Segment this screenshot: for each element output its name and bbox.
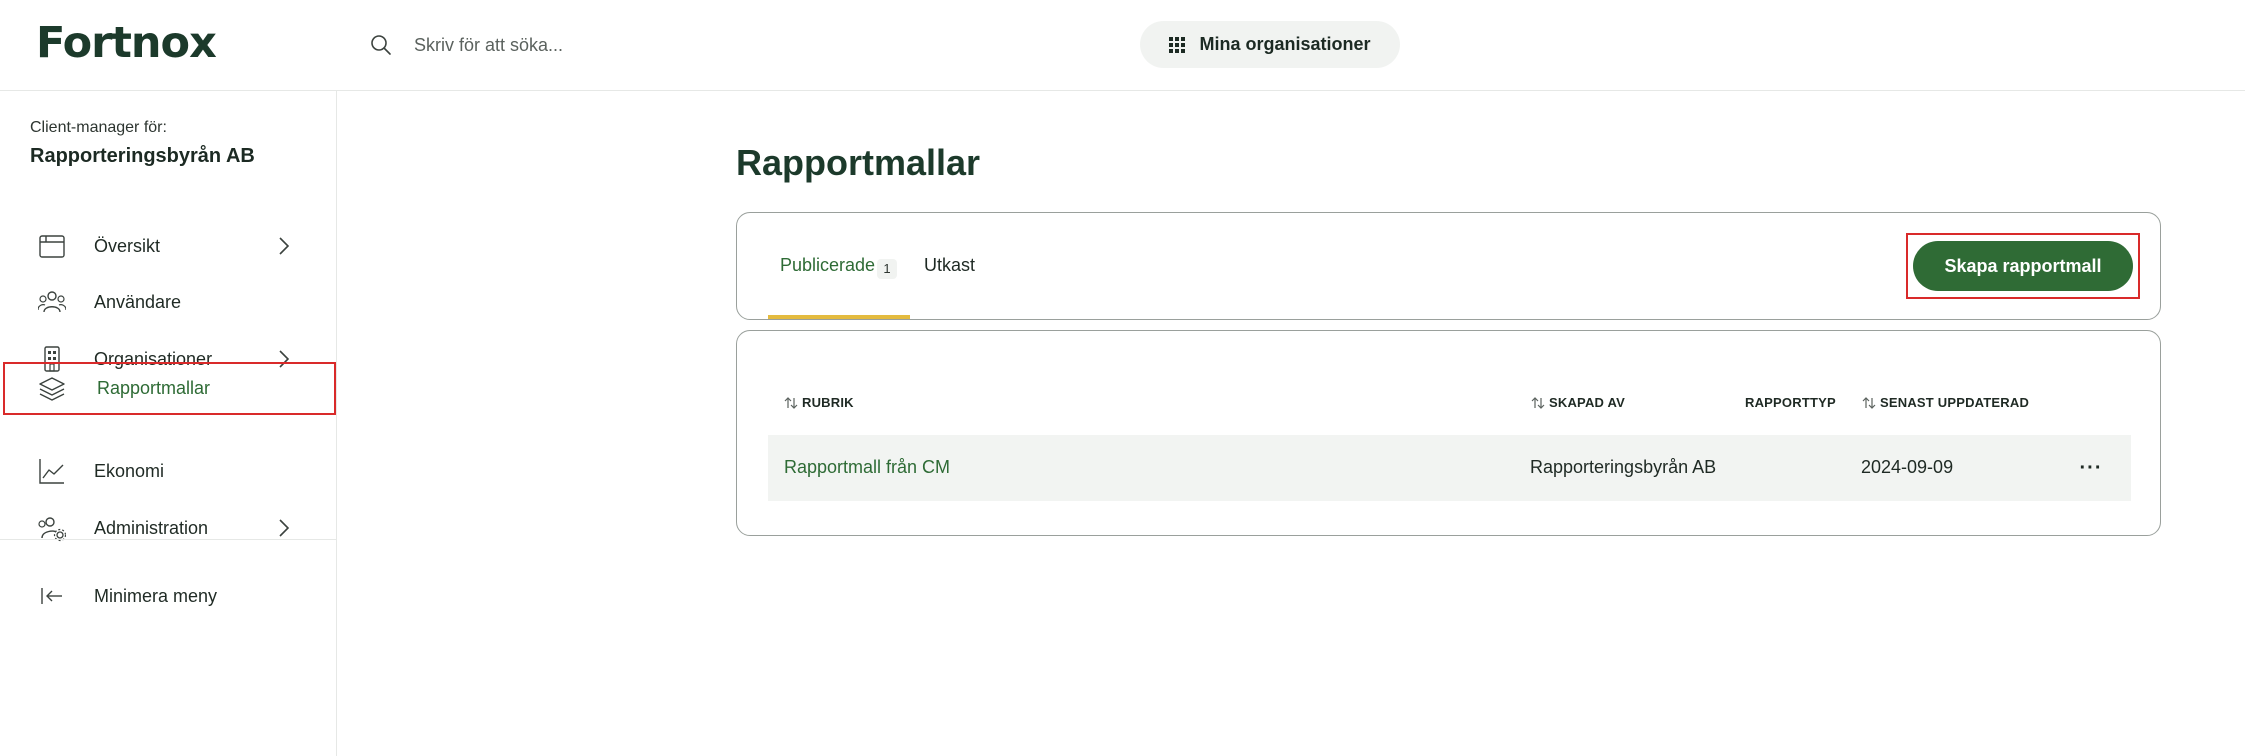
tab-count-badge: 1 <box>877 259 897 279</box>
column-header-label: SENAST UPPDATERAD <box>1880 395 2030 410</box>
page-title: Rapportmallar <box>736 142 981 183</box>
sidebar-item-label: Administration <box>94 517 209 538</box>
column-header-label: RAPPORTTYP <box>1745 395 1836 410</box>
top-bar: Fortnox Mina organisationer <box>0 0 2245 91</box>
sidebar-item-label: Rapportmallar <box>97 378 211 398</box>
column-header-label: SKAPAD AV <box>1549 395 1625 410</box>
sidebar-item-anvandare[interactable]: Användare <box>0 274 337 330</box>
sidebar-item-oversikt[interactable]: Översikt <box>0 218 337 274</box>
cell-skapad-av: Rapporteringsbyrån AB <box>1530 457 1717 477</box>
sidebar-item-label: Ekonomi <box>94 460 165 481</box>
grid-icon <box>1169 36 1186 53</box>
users-settings-icon <box>38 517 66 542</box>
sidebar-item-administration[interactable]: Administration <box>0 500 337 556</box>
client-name: Rapporteringsbyrån AB <box>30 145 255 167</box>
layers-icon <box>39 377 65 401</box>
table-row[interactable]: Rapportmall från CM Rapporteringsbyrån A… <box>768 435 2131 501</box>
tab-utkast[interactable]: Utkast <box>924 255 975 276</box>
sidebar-divider <box>0 539 337 540</box>
minimize-menu-label: Minimera meny <box>94 585 218 606</box>
line-chart-icon <box>39 459 64 484</box>
column-header-rubrik[interactable]: RUBRIK <box>783 395 854 410</box>
sort-icon <box>1531 396 1545 409</box>
column-header-label: RUBRIK <box>802 395 854 410</box>
client-for-label: Client-manager för: <box>30 119 167 136</box>
sidebar-item-label: Översikt <box>94 235 161 256</box>
chevron-right-icon <box>279 519 290 537</box>
more-options-button[interactable]: ··· <box>2076 453 2106 483</box>
search-input[interactable] <box>414 28 914 62</box>
column-header-senast-uppdaterad[interactable]: SENAST UPPDATERAD <box>1861 395 2029 410</box>
sort-icon <box>784 396 798 409</box>
column-header-rapporttyp: RAPPORTTYP <box>1745 395 1836 410</box>
sidebar-item-ekonomi[interactable]: Ekonomi <box>0 443 337 499</box>
report-templates-table: RUBRIK SKAPAD AV RAPPORTTYP SENAST UPPDA… <box>736 330 2161 536</box>
collapse-left-icon <box>41 588 62 604</box>
sidebar-item-label: Användare <box>94 291 182 312</box>
fortnox-logo[interactable]: Fortnox <box>36 18 217 68</box>
my-organisations-button[interactable]: Mina organisationer <box>1140 21 1400 68</box>
my-organisations-label: Mina organisationer <box>1199 34 1371 54</box>
tabs-card: Publicerade 1 Utkast Skapa rapportmall <box>736 212 2161 320</box>
sidebar-item-rapportmallar[interactable]: Rapportmallar <box>3 362 336 415</box>
column-header-skapad-av[interactable]: SKAPAD AV <box>1530 395 1625 410</box>
calendar-window-icon <box>39 235 65 258</box>
active-tab-indicator <box>768 315 910 319</box>
tab-publicerade[interactable]: Publicerade <box>780 255 875 276</box>
sort-icon <box>1862 396 1876 409</box>
cell-senast-uppdaterad: 2024-09-09 <box>1861 457 1954 477</box>
create-report-template-button[interactable]: Skapa rapportmall <box>1913 241 2133 291</box>
cell-rubrik-link[interactable]: Rapportmall från CM <box>784 457 950 478</box>
users-icon <box>38 291 66 313</box>
chevron-right-icon <box>279 237 290 255</box>
sidebar: Client-manager för: Rapporteringsbyrån A… <box>0 91 337 756</box>
minimize-menu-button[interactable]: Minimera meny <box>0 568 337 624</box>
search-icon <box>371 35 391 55</box>
